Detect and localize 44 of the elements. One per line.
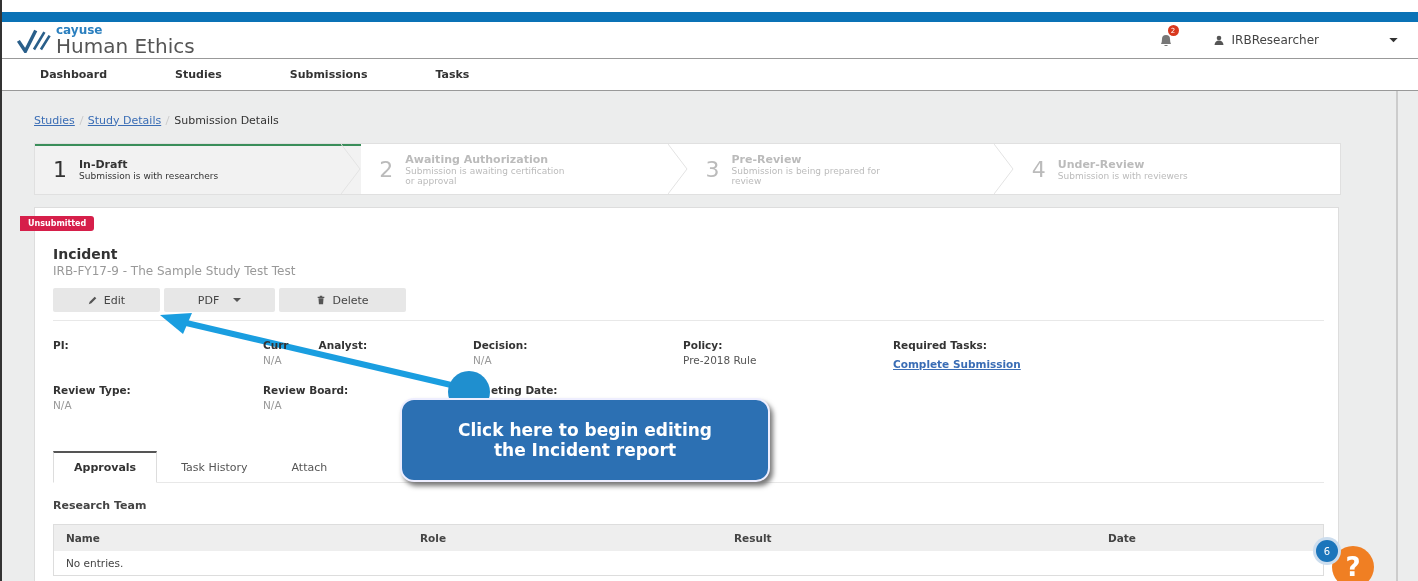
field-label: Decision: xyxy=(473,339,528,351)
tooltip-callout: Click here to begin editing the Incident report xyxy=(400,398,770,482)
trash-icon xyxy=(316,295,327,305)
nav-link[interactable]: Studies xyxy=(175,68,222,81)
field-label: Review Board: xyxy=(263,384,349,396)
task-link[interactable]: Complete Submission xyxy=(893,358,1021,370)
field-value: Pre-2018 Rule xyxy=(683,354,757,366)
study-name: IRB-FY17-9 - The Sample Study Test Test xyxy=(53,264,297,278)
submission-title: Incident xyxy=(53,246,119,262)
dropdown-button[interactable]: PDF xyxy=(164,288,275,312)
column-header: Date xyxy=(1096,524,1324,551)
section-heading: Research Team xyxy=(53,499,148,512)
caret-icon xyxy=(233,297,242,303)
breadcrumb-current: Submission Details xyxy=(174,113,279,127)
breadcrumb-link[interactable]: Study Details xyxy=(87,113,162,127)
caret-icon[interactable] xyxy=(1389,37,1398,43)
field-label: PI: xyxy=(53,339,69,351)
company-name: cayuse xyxy=(56,24,104,36)
status-ribbon: Unsubmitted xyxy=(20,216,95,231)
logo-icon xyxy=(16,27,52,53)
tab[interactable]: Attach xyxy=(271,451,348,483)
nav-link[interactable]: Tasks xyxy=(435,68,470,81)
user-menu[interactable]: IRBResearcher xyxy=(1231,33,1319,47)
field-label: Analyst: xyxy=(318,339,368,351)
progress-step: 1 In-Draft Submission is with researchers xyxy=(35,144,362,194)
edit-button[interactable]: Edit xyxy=(53,288,160,312)
pencil-icon xyxy=(87,295,98,305)
tab[interactable]: Approvals xyxy=(53,451,158,483)
tab[interactable]: Task History xyxy=(161,451,268,483)
field-label: Review Type: xyxy=(53,384,131,396)
progress-step: 4 Under-Review Submission is with reviewers xyxy=(1013,144,1340,194)
user-icon xyxy=(1213,35,1224,45)
delete-button[interactable]: Delete xyxy=(279,288,406,312)
column-header: Name xyxy=(53,524,408,551)
nav-link[interactable]: Submissions xyxy=(289,68,368,81)
column-header: Result xyxy=(722,524,1096,551)
help-count: 6 xyxy=(1316,540,1338,562)
nav-link[interactable]: Dashboard xyxy=(40,68,108,81)
field-label: Required Tasks: xyxy=(893,339,987,351)
field-label: Policy: xyxy=(683,339,723,351)
breadcrumb-link[interactable]: Studies xyxy=(34,113,75,127)
column-header: Role xyxy=(408,524,722,551)
product-name: Human Ethics xyxy=(56,36,195,56)
field-label: eting Date: xyxy=(491,384,558,396)
